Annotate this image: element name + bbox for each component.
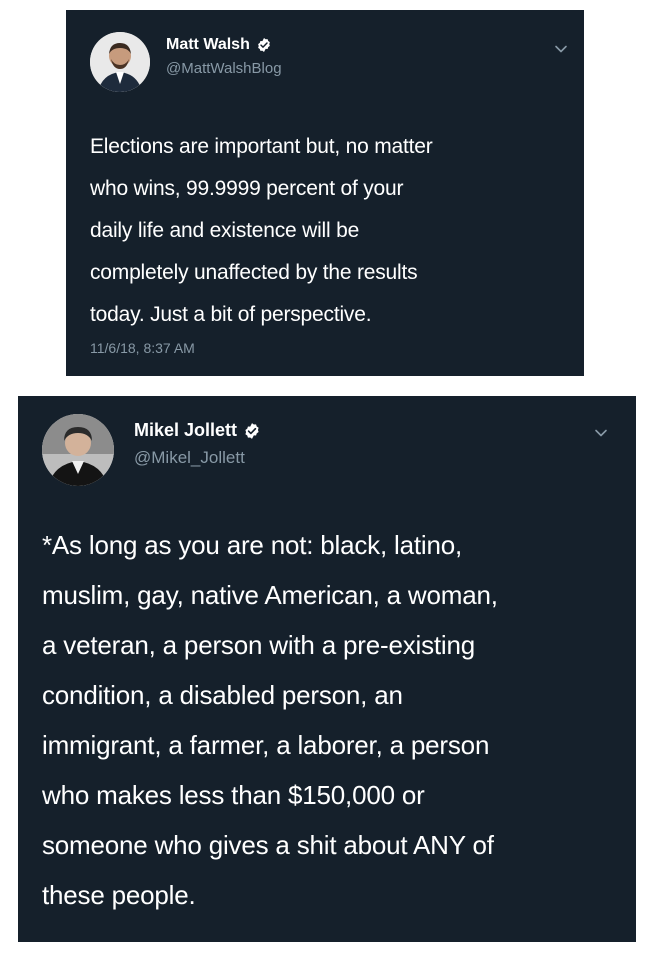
tweet-card-mikel-jollett[interactable]: Mikel Jollett @Mikel_Jollett *As long as… bbox=[18, 396, 636, 942]
author-name[interactable]: Matt Walsh bbox=[166, 36, 250, 54]
author-name-row[interactable]: Mikel Jollett bbox=[134, 420, 261, 441]
author-name-row[interactable]: Matt Walsh bbox=[166, 36, 272, 54]
author-handle[interactable]: @Mikel_Jollett bbox=[134, 448, 245, 468]
author-name[interactable]: Mikel Jollett bbox=[134, 420, 237, 441]
verified-badge-icon bbox=[257, 38, 270, 52]
avatar-image bbox=[90, 32, 150, 92]
tweet-text: *As long as you are not: black, latino, … bbox=[42, 530, 498, 910]
tweet-text: Elections are important but, no matter w… bbox=[90, 135, 433, 326]
chevron-down-icon[interactable] bbox=[554, 42, 568, 56]
author-handle[interactable]: @MattWalshBlog bbox=[166, 60, 282, 77]
avatar[interactable] bbox=[42, 414, 114, 486]
avatar-image bbox=[42, 414, 114, 486]
tweet-card-matt-walsh[interactable]: Matt Walsh @MattWalshBlog Elections are … bbox=[66, 10, 584, 376]
chevron-down-icon[interactable] bbox=[594, 426, 608, 440]
tweet-timestamp[interactable]: 11/6/18, 8:37 AM bbox=[90, 340, 195, 356]
verified-badge-icon bbox=[245, 422, 259, 439]
avatar[interactable] bbox=[90, 32, 150, 92]
